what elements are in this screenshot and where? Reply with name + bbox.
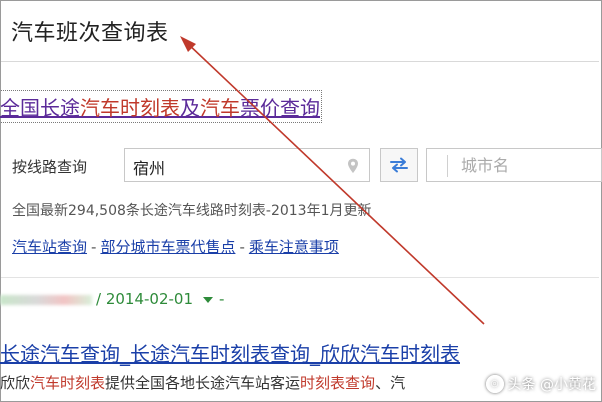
watermark: ◎ 头条 @小黄花	[485, 374, 596, 394]
snippet-part: 欣欣	[0, 374, 31, 392]
snippet-part: 、汽	[375, 374, 406, 392]
link-separator: -	[91, 238, 97, 256]
ticket-agency-link[interactable]: 部分城市车票代售点	[100, 238, 235, 256]
result-2-url-date: / 2014-02-01	[96, 290, 193, 308]
snippet-highlight: 汽车时刻表	[30, 374, 106, 392]
snippet-highlight: 时刻表查询	[300, 374, 376, 392]
result-divider	[1, 277, 599, 278]
result-1-title-part: 票价查询	[240, 96, 320, 120]
from-city-field[interactable]: 宿州	[124, 148, 370, 182]
snippet-part: 提供全国各地长途汽车站客运	[105, 374, 301, 392]
swap-cities-button[interactable]	[380, 148, 418, 182]
to-city-input[interactable]	[427, 149, 601, 181]
to-city-field[interactable]	[426, 148, 602, 182]
blurred-url	[0, 294, 92, 305]
quick-links: 汽车站查询 - 部分城市车票代售点 - 乘车注意事项	[12, 236, 339, 257]
result-1-title-part: 及	[180, 96, 200, 120]
travel-notice-link[interactable]: 乘车注意事项	[249, 238, 339, 256]
result-1-title-highlight: 汽车	[200, 96, 240, 120]
result-2-snippet: 欣欣汽车时刻表提供全国各地长途汽车站客运时刻表查询、汽	[0, 372, 405, 393]
route-query-label: 按线路查询	[12, 158, 88, 176]
search-query-text[interactable]: 汽车班次查询表	[11, 15, 169, 47]
watermark-icon: ◎	[485, 375, 504, 393]
result-1-title-link[interactable]: 全国长途汽车时刻表及汽车票价查询	[0, 90, 322, 123]
watermark-text: 头条 @小黄花	[507, 377, 596, 393]
link-separator: -	[239, 238, 245, 256]
result-2-title-link[interactable]: 长途汽车查询_长途汽车时刻表查询_欣欣汽车时刻表	[0, 338, 460, 367]
result-2-url-tail: -	[219, 290, 225, 308]
result-2-url-line: / 2014-02-01 -	[0, 290, 224, 308]
result-1-title-part: 全国长途	[0, 96, 80, 120]
station-query-link[interactable]: 汽车站查询	[12, 238, 87, 256]
search-bar[interactable]: 汽车班次查询表	[1, 1, 599, 62]
from-city-value: 宿州	[133, 159, 166, 178]
dropdown-caret-icon[interactable]	[203, 296, 213, 303]
result-1-title-highlight: 汽车时刻表	[80, 96, 180, 120]
location-pin-icon[interactable]	[347, 158, 359, 174]
stats-text: 全国最新294,508条长途汽车线路时刻表-2013年1月更新	[12, 203, 372, 219]
swap-arrows-icon	[390, 157, 408, 173]
